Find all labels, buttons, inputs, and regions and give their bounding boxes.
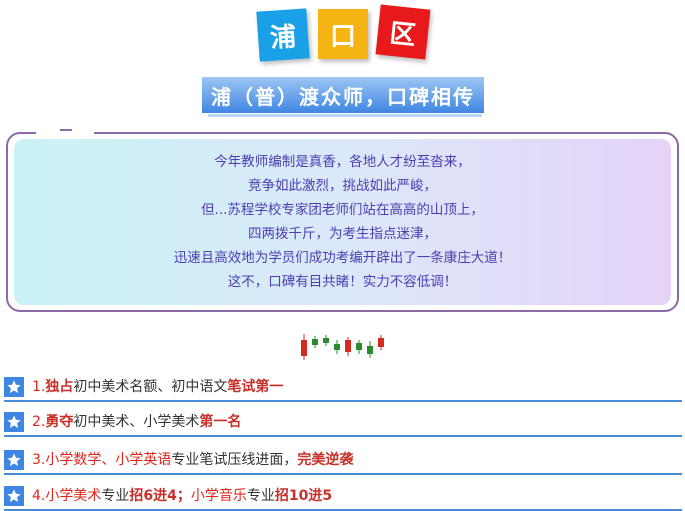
item-number: 2. xyxy=(32,414,46,430)
achievement-item-3: 3.小学数学、小学英语专业笔试压线进面，完美逆袭 xyxy=(4,447,682,475)
achievement-item-1: 1.独占初中美术名额、初中语文笔试第一 xyxy=(4,374,682,402)
item-highlight: 笔试第一 xyxy=(227,379,284,395)
star-icon xyxy=(4,486,24,506)
achievement-item-4: 4.小学美术专业招6进4；小学音乐专业招10进5 xyxy=(4,483,682,511)
achievement-item-2: 2.勇夺初中美术、小学美术第一名 xyxy=(4,409,682,437)
star-icon xyxy=(4,377,24,397)
item-highlight: 第一名 xyxy=(199,414,242,430)
item-highlight: 小学音乐 xyxy=(190,488,247,504)
item-number: 4. xyxy=(32,488,46,504)
item-body: 专业 xyxy=(101,488,130,504)
title-tile-2: 口 xyxy=(318,9,368,59)
achievement-text-3: 3.小学数学、小学英语专业笔试压线进面，完美逆袭 xyxy=(32,450,353,470)
slogan-ribbon: 浦（普）渡众师，口碑相传 xyxy=(202,77,484,113)
item-highlight: 勇夺 xyxy=(45,414,74,430)
item-body: 初中美术、小学美术 xyxy=(73,414,200,430)
quote-box: 今年教师编制是真香，各地人才纷至沓来， 竞争如此激烈，挑战如此严峻， 但...苏… xyxy=(14,139,671,305)
quote-line-5: 迅速且高效地为学员们成功考编开辟出了一条康庄大道！ xyxy=(173,250,512,266)
item-highlight: 招6进4； xyxy=(129,488,191,504)
star-icon xyxy=(4,412,24,432)
quote-line-4: 四两拨千斤，为考生指点迷津， xyxy=(248,226,437,242)
item-highlight: 招10进5 xyxy=(274,488,333,504)
item-highlight: 完美逆袭 xyxy=(297,452,354,468)
item-highlight: 小学数学、小学英语 xyxy=(45,452,172,468)
quote-frame-mark xyxy=(60,129,72,131)
title-tile-1: 浦 xyxy=(256,8,310,62)
item-body: 初中美术名额、初中语文 xyxy=(73,379,228,395)
slogan-text: 浦（普）渡众师，口碑相传 xyxy=(211,84,475,109)
quote-line-1: 今年教师编制是真香，各地人才纷至沓来， xyxy=(214,154,471,170)
item-number: 1. xyxy=(32,379,46,395)
item-highlight: 小学美术 xyxy=(45,488,102,504)
quote-line-6: 这不，口碑有目共睹！实力不容低调！ xyxy=(227,274,458,290)
item-highlight: 独占 xyxy=(45,379,74,395)
candlestick-divider-icon xyxy=(301,334,384,360)
ribbon-underline xyxy=(208,114,482,117)
item-body: 专业 xyxy=(246,488,275,504)
quote-line-3: 但...苏程学校专家团老师们站在高高的山顶上， xyxy=(201,202,484,218)
district-title-tiles: 浦 口 区 xyxy=(0,0,685,80)
item-body: 专业笔试压线进面， xyxy=(171,452,298,468)
achievement-text-1: 1.独占初中美术名额、初中语文笔试第一 xyxy=(32,377,283,397)
quote-line-2: 竞争如此激烈，挑战如此严峻， xyxy=(248,178,437,194)
achievement-text-2: 2.勇夺初中美术、小学美术第一名 xyxy=(32,412,241,432)
title-tile-3: 区 xyxy=(375,4,431,60)
item-number: 3. xyxy=(32,452,46,468)
achievement-text-4: 4.小学美术专业招6进4；小学音乐专业招10进5 xyxy=(32,486,332,506)
star-icon xyxy=(4,450,24,470)
